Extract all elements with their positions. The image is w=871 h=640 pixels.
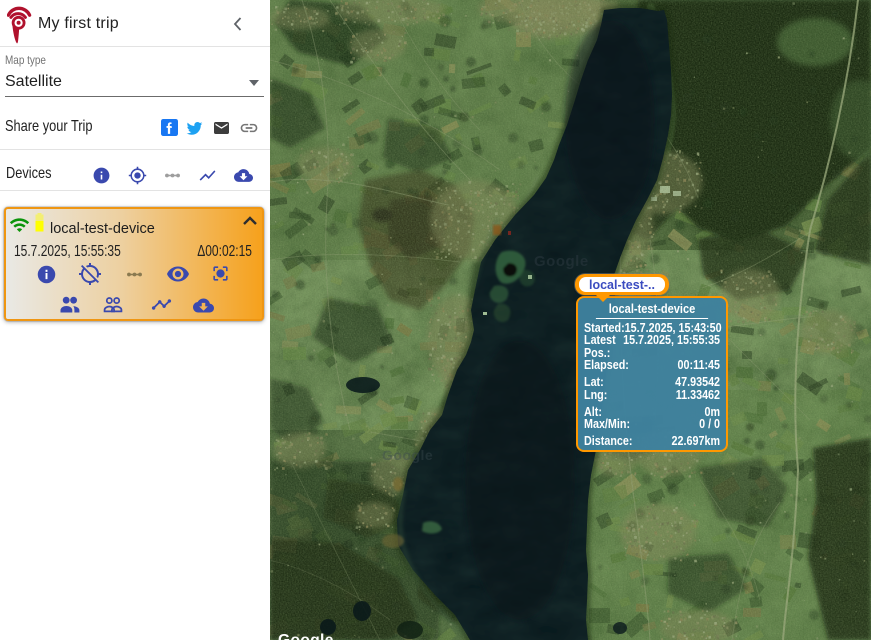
svg-text:Google: Google: [382, 447, 433, 463]
svg-text:Google: Google: [278, 632, 334, 640]
svg-text:Google: Google: [534, 253, 589, 270]
